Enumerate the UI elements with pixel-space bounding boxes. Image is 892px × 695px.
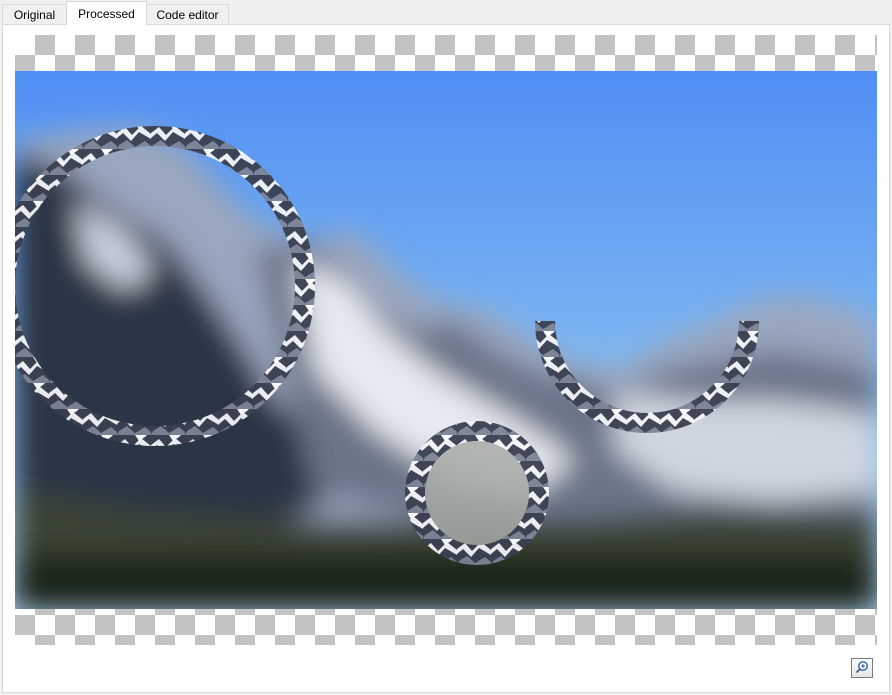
zoom-button[interactable] <box>851 658 873 678</box>
tab-processed[interactable]: Processed <box>66 1 147 25</box>
sharp-ring-small <box>405 421 549 565</box>
zoom-icon <box>855 660 869 677</box>
preview-canvas <box>15 35 877 645</box>
tab-bar: Original Processed Code editor <box>0 0 892 25</box>
processed-panel <box>2 24 890 693</box>
tab-original[interactable]: Original <box>2 4 67 24</box>
tab-code-editor[interactable]: Code editor <box>146 4 229 24</box>
processed-image <box>15 71 877 609</box>
